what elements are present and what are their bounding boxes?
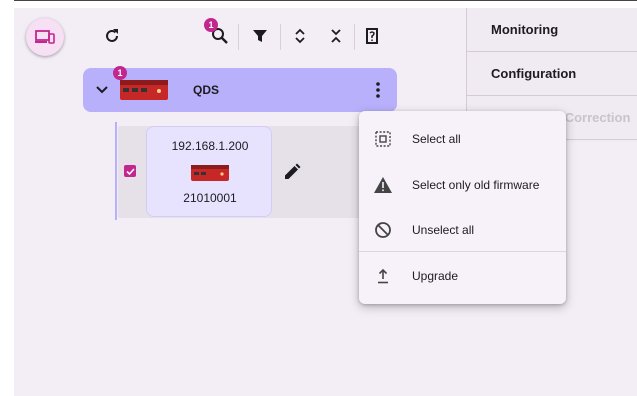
- device-toggle-button[interactable]: [26, 18, 64, 56]
- context-menu: Select all Select only old firmware Unse…: [359, 111, 566, 304]
- check-icon: [125, 167, 135, 175]
- filter-icon: [253, 30, 267, 42]
- sheet-button[interactable]: [360, 24, 384, 48]
- devices-icon: [35, 30, 55, 44]
- select-all-icon: [373, 129, 393, 149]
- toolbar: 1: [14, 8, 466, 64]
- menu-item-select-all[interactable]: Select all: [359, 116, 566, 160]
- sheet-icon: [366, 28, 378, 44]
- toolbar-divider: [354, 24, 355, 50]
- collapse-all-button[interactable]: [324, 24, 348, 48]
- search-badge: 1: [204, 18, 218, 32]
- group-name: QDS: [193, 83, 220, 97]
- device-group-row[interactable]: 1 QDS: [83, 66, 397, 112]
- collapse-all-icon: [331, 29, 341, 43]
- search-button[interactable]: 1: [204, 18, 232, 48]
- device-row: 192.168.1.200 21010001: [118, 126, 368, 218]
- device-image: [191, 165, 229, 181]
- window-top-edge: [14, 0, 637, 8]
- refresh-button[interactable]: [100, 24, 124, 48]
- tab-monitoring[interactable]: Monitoring: [467, 8, 637, 52]
- menu-item-select-old-firmware[interactable]: Select only old firmware: [359, 162, 566, 206]
- toolbar-divider: [280, 24, 281, 50]
- more-vert-icon[interactable]: [369, 80, 387, 100]
- device-card[interactable]: 192.168.1.200 21010001: [146, 126, 272, 217]
- menu-item-label: Upgrade: [412, 269, 459, 283]
- warning-icon: [373, 175, 393, 195]
- menu-item-unselect-all[interactable]: Unselect all: [359, 207, 566, 251]
- edit-icon[interactable]: [282, 162, 302, 182]
- menu-item-upgrade[interactable]: Upgrade: [359, 253, 566, 297]
- refresh-icon: [106, 29, 118, 42]
- upgrade-icon: [373, 266, 393, 286]
- menu-item-label: Unselect all: [412, 223, 475, 237]
- toolbar-divider: [238, 24, 239, 50]
- device-ip: 192.168.1.200: [171, 139, 249, 153]
- expand-all-icon: [295, 28, 305, 44]
- menu-divider: [359, 251, 566, 252]
- menu-item-label: Select all: [412, 132, 461, 146]
- tree-connector: [115, 122, 117, 220]
- tab-configuration[interactable]: Configuration: [467, 52, 637, 96]
- expand-all-button[interactable]: [288, 24, 312, 48]
- device-serial: 21010001: [183, 191, 237, 205]
- chevron-down-icon[interactable]: [93, 80, 111, 98]
- filter-button[interactable]: [248, 24, 272, 48]
- device-image: [120, 80, 168, 100]
- block-icon: [373, 220, 393, 240]
- group-badge: 1: [113, 66, 127, 80]
- device-checkbox[interactable]: [124, 165, 136, 177]
- menu-item-label: Select only old firmware: [412, 178, 540, 192]
